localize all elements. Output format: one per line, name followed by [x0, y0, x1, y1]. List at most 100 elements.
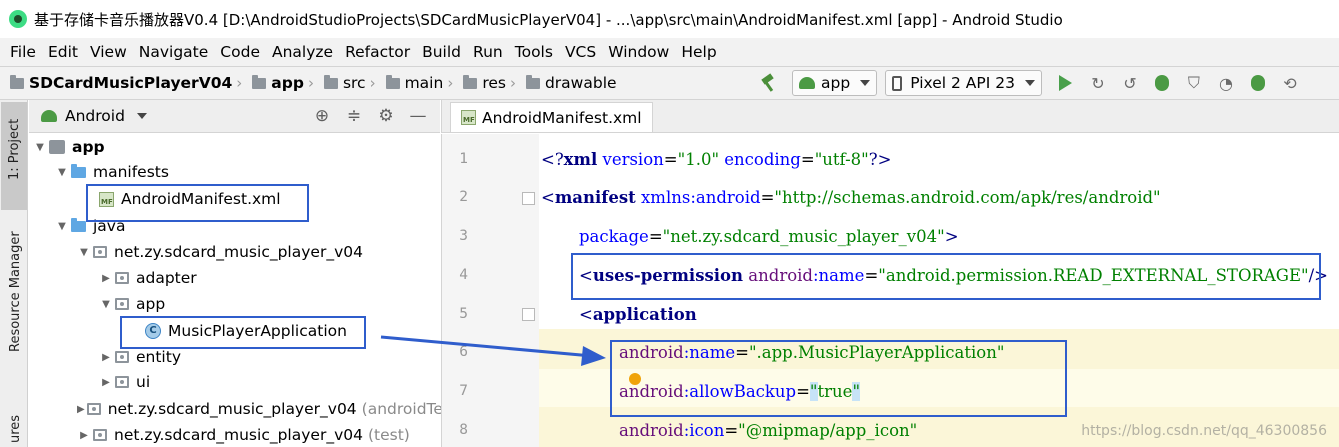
apply-code-changes-icon[interactable]: ↺ — [1120, 73, 1140, 93]
menu-tools[interactable]: Tools — [509, 43, 559, 61]
tree-item-package-androidtest[interactable]: ▶ net.zy.sdcard_music_player_v04 (androi… — [29, 396, 451, 422]
annotation-box-permission — [571, 253, 1321, 300]
breadcrumb-project[interactable]: SDCardMusicPlayerV04 › — [0, 74, 242, 92]
tab-androidmanifest[interactable]: MF AndroidManifest.xml — [450, 102, 653, 132]
coverage-icon[interactable]: ⛉ — [1184, 73, 1204, 93]
hide-panel-icon[interactable]: — — [408, 106, 428, 126]
chevron-down-icon[interactable] — [136, 113, 147, 119]
folder-icon — [385, 74, 400, 89]
folder-icon — [463, 74, 478, 89]
device-phone-icon — [892, 75, 903, 91]
project-tool-button[interactable]: 1: Project — [1, 102, 27, 210]
stop-icon[interactable]: ⟲ — [1280, 73, 1300, 93]
menu-build[interactable]: Build — [416, 43, 467, 61]
make-project-hammer-icon[interactable] — [760, 74, 778, 92]
menu-vcs[interactable]: VCS — [559, 43, 602, 61]
window-title: 基于存储卡音乐播放器V0.4 [D:\AndroidStudioProjects… — [34, 10, 1063, 29]
editor-tab-bar: MF AndroidManifest.xml — [441, 100, 1339, 133]
expand-arrow-icon[interactable]: ▼ — [77, 247, 91, 258]
fold-marker-icon[interactable] — [522, 192, 535, 205]
attach-debugger-icon[interactable] — [1248, 73, 1268, 93]
android-studio-logo-icon — [9, 10, 27, 28]
editor-gutter: 1 2 3 4 5 6 7 8 — [441, 134, 539, 447]
tree-item-manifests[interactable]: ▼ manifests — [29, 159, 440, 185]
menu-edit[interactable]: Edit — [42, 43, 84, 61]
menu-refactor[interactable]: Refactor — [339, 43, 416, 61]
android-icon — [799, 77, 815, 89]
expand-arrow-icon[interactable]: ▼ — [33, 142, 47, 153]
manifest-file-icon: MF — [461, 110, 476, 125]
code-line-5: < application — [579, 304, 697, 324]
project-tool-label: 1: Project — [7, 118, 22, 180]
tree-item-app[interactable]: ▼ app — [29, 134, 440, 160]
code-line-1: <? xml version = "1.0" encoding = "utf-8" ?> — [541, 149, 892, 169]
tree-item-adapter[interactable]: ▶ adapter — [29, 265, 440, 291]
package-icon — [115, 298, 129, 310]
collapse-all-icon[interactable]: ≑ — [344, 106, 364, 126]
gear-icon[interactable]: ⚙ — [376, 106, 396, 126]
run-config-dropdown[interactable]: app — [792, 70, 878, 96]
resource-manager-tool-button[interactable]: Resource Manager — [8, 231, 23, 352]
line-number: 5 — [459, 306, 468, 322]
structure-tool-button[interactable]: ures — [8, 415, 23, 443]
breadcrumb-src[interactable]: src › — [314, 74, 376, 92]
package-icon — [93, 429, 107, 441]
expand-arrow-icon[interactable]: ▶ — [77, 430, 91, 441]
package-icon — [93, 246, 107, 258]
tree-item-app-package[interactable]: ▼ app — [29, 291, 440, 317]
code-line-2: < manifest xmlns:android = "http://schemas.… — [541, 187, 1161, 207]
chevron-down-icon — [1024, 80, 1035, 86]
menu-analyze[interactable]: Analyze — [266, 43, 339, 61]
package-icon — [115, 272, 129, 284]
breadcrumb-app[interactable]: app › — [242, 74, 314, 92]
menu-view[interactable]: View — [84, 43, 133, 61]
expand-arrow-icon[interactable]: ▼ — [99, 299, 113, 310]
run-config-label: app — [821, 74, 851, 92]
apply-changes-icon[interactable]: ↻ — [1088, 73, 1108, 93]
line-number: 7 — [459, 383, 468, 399]
annotation-box-manifest — [86, 184, 309, 222]
project-panel-header: Android ⊕ ≑ ⚙ — — [29, 100, 440, 133]
expand-arrow-icon[interactable]: ▼ — [55, 167, 69, 178]
tree-item-package-main[interactable]: ▼ net.zy.sdcard_music_player_v04 — [29, 239, 440, 265]
expand-arrow-icon[interactable]: ▶ — [99, 273, 113, 284]
breadcrumb-res[interactable]: res › — [453, 74, 516, 92]
profile-icon[interactable]: ◔ — [1216, 73, 1236, 93]
play-icon — [1059, 75, 1073, 91]
device-label: Pixel 2 API 23 — [910, 74, 1015, 92]
fold-marker-icon[interactable] — [522, 308, 535, 321]
menu-file[interactable]: File — [4, 43, 42, 61]
bug-icon — [1154, 75, 1169, 91]
run-toolbar: app Pixel 2 API 23 ↻ ↺ ⛉ ◔ ⟲ — [760, 67, 1306, 99]
package-icon — [115, 351, 129, 363]
line-number: 1 — [459, 151, 468, 167]
title-bar: 基于存储卡音乐播放器V0.4 [D:\AndroidStudioProjects… — [0, 0, 1339, 38]
menu-window[interactable]: Window — [602, 43, 675, 61]
menu-navigate[interactable]: Navigate — [133, 43, 215, 61]
expand-arrow-icon[interactable]: ▼ — [55, 221, 69, 232]
menu-code[interactable]: Code — [214, 43, 266, 61]
annotation-box-application-class — [120, 316, 366, 349]
menu-run[interactable]: Run — [467, 43, 509, 61]
menu-help[interactable]: Help — [675, 43, 722, 61]
annotation-box-app-attrs — [610, 340, 1067, 417]
debug-button[interactable] — [1152, 73, 1172, 93]
project-tree: ▼ app ▼ manifests MF AndroidManifest.xml… — [29, 134, 451, 447]
project-view-selector[interactable]: Android — [65, 107, 125, 125]
chevron-down-icon — [860, 80, 871, 86]
left-tool-stripe: 1: Project Resource Manager ures — [0, 100, 28, 447]
line-number: 4 — [459, 267, 468, 283]
locate-file-icon[interactable]: ⊕ — [312, 106, 332, 126]
run-button[interactable] — [1056, 73, 1076, 93]
expand-arrow-icon[interactable]: ▶ — [99, 352, 113, 363]
device-dropdown[interactable]: Pixel 2 API 23 — [885, 70, 1042, 96]
line-number: 8 — [459, 422, 468, 438]
breadcrumb-drawable[interactable]: drawable — [516, 74, 617, 92]
tree-item-package-test[interactable]: ▶ net.zy.sdcard_music_player_v04 (test) — [29, 422, 440, 447]
tree-item-ui[interactable]: ▶ ui — [29, 369, 440, 395]
folder-icon — [71, 217, 86, 232]
menu-bar: File Edit View Navigate Code Analyze Ref… — [0, 38, 1339, 66]
expand-arrow-icon[interactable]: ▶ — [77, 404, 85, 415]
breadcrumb-main[interactable]: main › — [376, 74, 453, 92]
expand-arrow-icon[interactable]: ▶ — [99, 377, 113, 388]
